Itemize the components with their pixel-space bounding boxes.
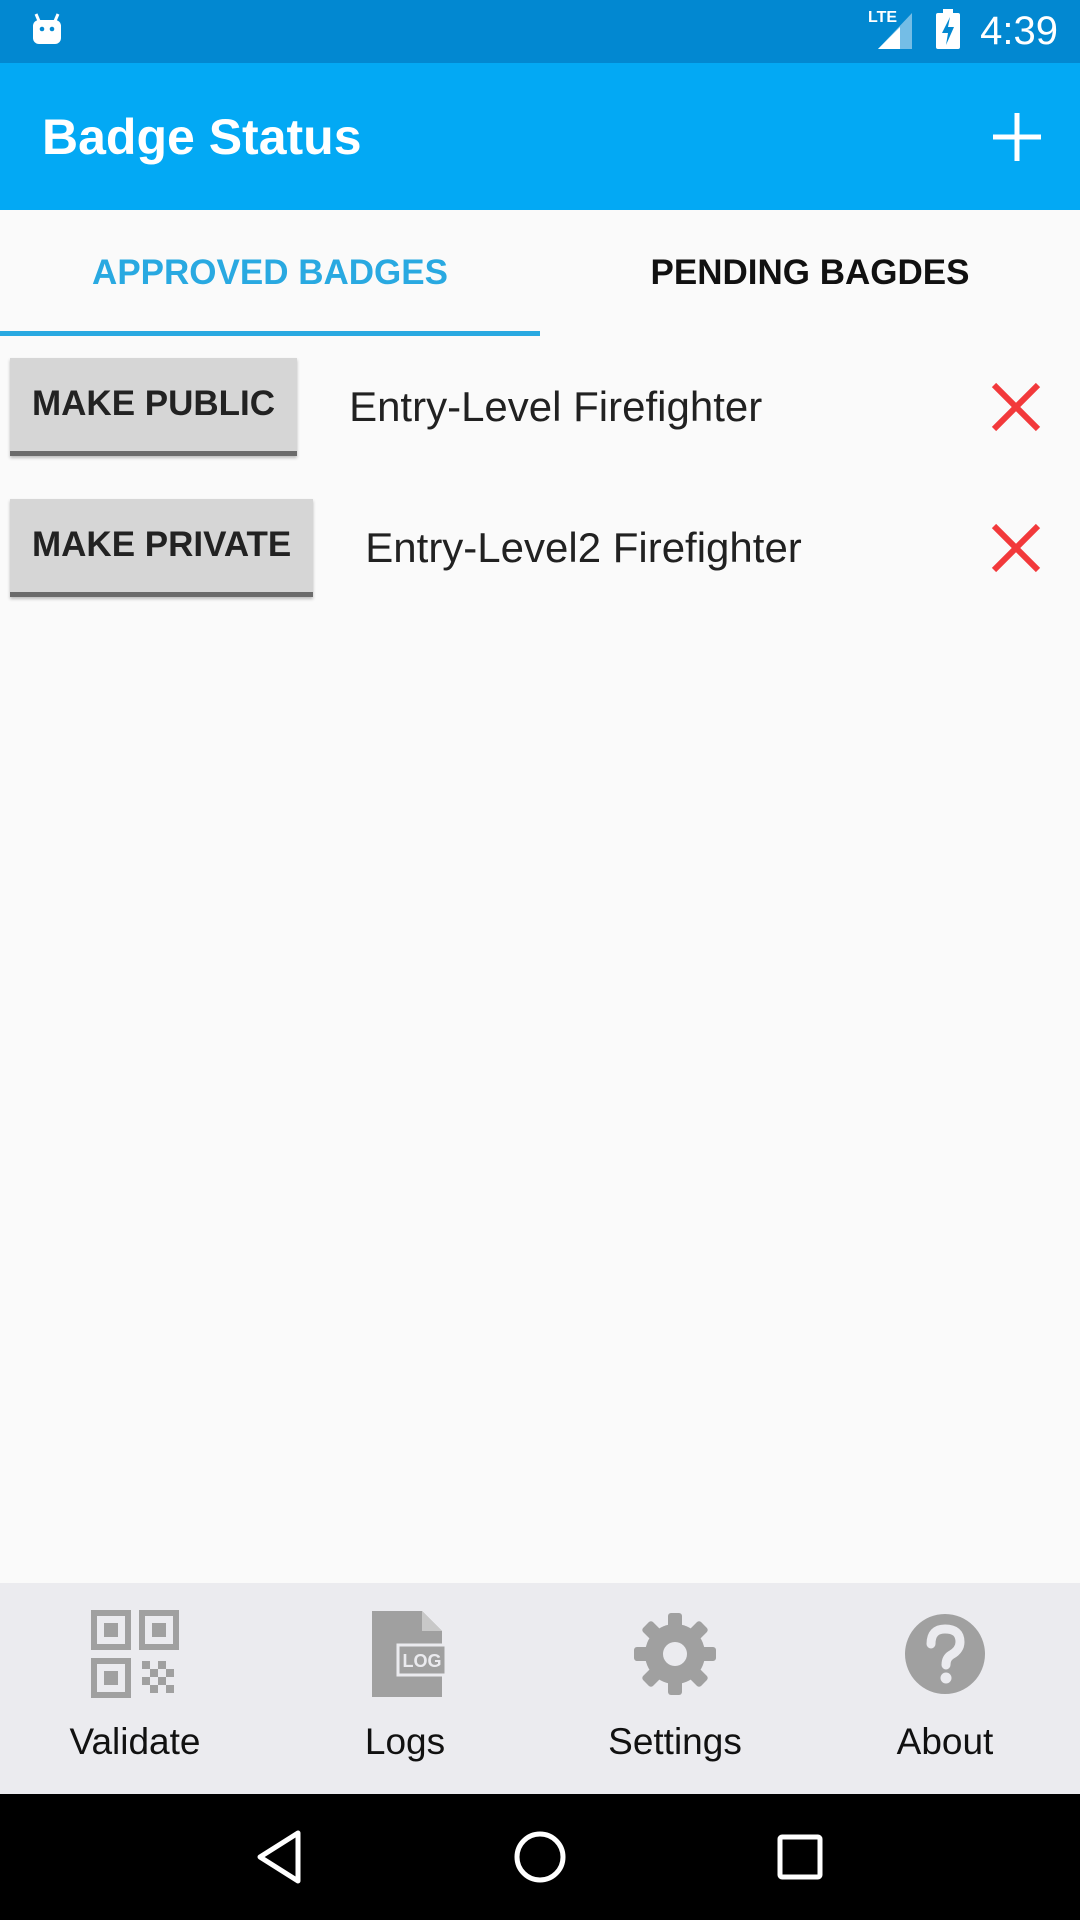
app-bar: Badge Status [0,63,1080,210]
badge-name: Entry-Level Firefighter [349,382,763,430]
nav-label: Settings [608,1721,742,1762]
badge-list: MAKE PUBLIC Entry-Level Firefighter MAKE… [0,336,1080,618]
make-public-button[interactable]: MAKE PUBLIC [10,357,298,456]
battery-charging-icon [934,7,962,56]
log-icon-text: LOG [403,1651,442,1671]
nav-item-settings[interactable]: Settings [540,1583,810,1794]
home-icon[interactable] [510,1827,570,1887]
help-icon [905,1614,985,1694]
system-nav-bar [0,1794,1080,1920]
screen: LTE 4:39 Badge Status APPROVED BADGES PE… [0,0,1080,1920]
recents-icon[interactable] [770,1827,830,1887]
qr-code-icon [91,1610,179,1698]
badge-name: Entry-Level2 Firefighter [365,523,802,571]
tab-approved-badges[interactable]: APPROVED BADGES [0,210,540,336]
nav-item-about[interactable]: About [810,1583,1080,1794]
tab-bar: APPROVED BADGES PENDING BAGDES [0,210,1080,336]
signal-icon: LTE [868,7,916,56]
status-bar: LTE 4:39 [0,0,1080,63]
nav-label: Validate [69,1721,201,1762]
bottom-nav: Validate LOG Logs Settings About [0,1583,1080,1794]
android-icon [30,12,64,51]
plus-icon [993,112,1041,161]
back-icon[interactable] [250,1827,310,1887]
gear-icon [634,1613,716,1695]
tab-pending-badges[interactable]: PENDING BAGDES [540,210,1080,336]
list-item: MAKE PUBLIC Entry-Level Firefighter [0,336,1080,477]
close-icon[interactable] [990,381,1042,433]
nav-label: About [896,1721,994,1762]
status-time: 4:39 [980,9,1058,53]
nav-item-logs[interactable]: LOG Logs [270,1583,540,1794]
network-label: LTE [868,9,897,26]
page-title: Badge Status [42,108,362,165]
nav-item-validate[interactable]: Validate [0,1583,270,1794]
status-right: LTE 4:39 [868,7,1058,56]
list-item: MAKE PRIVATE Entry-Level2 Firefighter [0,477,1080,618]
nav-label: Logs [364,1721,446,1762]
add-badge-button[interactable] [986,106,1048,168]
log-file-icon: LOG [372,1611,448,1697]
make-private-button[interactable]: MAKE PRIVATE [10,498,314,597]
close-icon[interactable] [990,522,1042,574]
